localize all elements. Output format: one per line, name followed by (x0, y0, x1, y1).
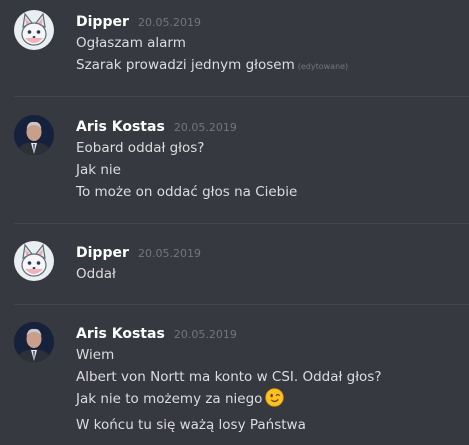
timestamp: 20.05.2019 (137, 16, 201, 29)
fox-avatar-icon[interactable] (14, 241, 54, 281)
fox-avatar-icon[interactable] (14, 10, 54, 50)
message-text: Wiem (76, 347, 115, 363)
timestamp: 20.05.2019 (173, 121, 237, 134)
message-line: Szarak prowadzi jednym głosem (edytowane) (76, 54, 463, 78)
username[interactable]: Dipper (76, 245, 129, 261)
winking-face-emoji-icon (265, 388, 285, 414)
man-in-suit-avatar-icon[interactable] (14, 115, 54, 155)
message-text: Eobard oddał głos? (76, 140, 205, 156)
username[interactable]: Aris Kostas (76, 119, 165, 135)
message-text: Ogłaszam alarm (76, 35, 186, 51)
message-divider (14, 96, 469, 97)
message-text: Szarak prowadzi jednym głosem (76, 57, 295, 73)
message-text: Oddał (76, 266, 116, 282)
message-divider (14, 223, 469, 224)
timestamp: 20.05.2019 (137, 247, 201, 260)
message-line: Jak nie to możemy za niego (76, 388, 463, 414)
edited-label: (edytowane) (297, 62, 349, 71)
username[interactable]: Dipper (76, 14, 129, 30)
username[interactable]: Aris Kostas (76, 326, 165, 342)
message-text: Jak nie to możemy za niego (76, 391, 263, 407)
message-divider (14, 304, 469, 305)
message-text: W końcu tu się ważą losy Państwa (76, 417, 306, 433)
message-text: To może on oddać głos na Ciebie (76, 184, 298, 200)
message-text: Albert von Nortt ma konto w CSI. Oddał g… (76, 369, 382, 385)
man-in-suit-avatar-icon[interactable] (14, 322, 54, 362)
timestamp: 20.05.2019 (173, 328, 237, 341)
message-text: Jak nie (76, 162, 121, 178)
